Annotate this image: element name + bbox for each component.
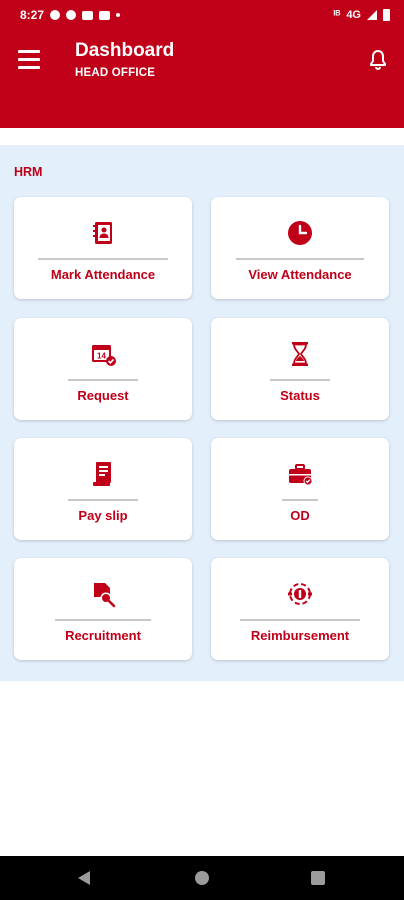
card-label: Recruitment	[65, 628, 141, 643]
card-view-attendance[interactable]: View Attendance	[211, 197, 389, 299]
card-divider	[68, 379, 138, 381]
money-target-icon	[288, 583, 312, 605]
app-bar: Dashboard HEAD OFFICE	[0, 30, 404, 128]
card-divider	[55, 619, 151, 621]
receipt-icon	[93, 462, 111, 486]
status-left: 8:27	[20, 8, 121, 22]
card-divider	[38, 258, 168, 260]
page-title: Dashboard	[75, 40, 175, 61]
card-label: Status	[280, 388, 320, 403]
card-label: Pay slip	[78, 508, 128, 523]
youtube-notification-icon-2	[99, 10, 111, 20]
card-status[interactable]: Status	[211, 318, 389, 420]
svg-text:14: 14	[97, 352, 106, 361]
network-type: 4G	[346, 9, 361, 21]
card-od[interactable]: OD	[211, 438, 389, 540]
card-recruitment[interactable]: Recruitment	[14, 558, 192, 660]
globe-notification-icon	[66, 10, 77, 20]
contact-book-icon	[93, 222, 112, 244]
section-label: HRM	[14, 165, 43, 179]
card-label: Reimbursement	[250, 628, 350, 643]
more-notifications-icon	[116, 13, 121, 17]
system-nav-bar	[0, 856, 404, 900]
card-reimbursement[interactable]: Reimbursement	[211, 558, 389, 660]
signal-icon	[367, 10, 377, 20]
card-divider	[270, 379, 330, 381]
card-label: OD	[290, 508, 310, 523]
briefcase-check-icon	[289, 464, 313, 486]
hourglass-icon	[292, 342, 308, 366]
card-divider	[68, 499, 138, 501]
card-mark-attendance[interactable]: Mark Attendance	[14, 197, 192, 299]
hrm-section: HRM Mark Attendance View Attendance 14 R…	[0, 145, 404, 681]
home-icon[interactable]	[195, 871, 209, 885]
app-notification-icon	[50, 10, 61, 20]
card-pay-slip[interactable]: Pay slip	[14, 438, 192, 540]
card-label: View Attendance	[248, 267, 352, 282]
document-search-icon	[94, 583, 116, 608]
back-icon[interactable]	[78, 871, 90, 885]
status-bar: 8:27 ᴵᴮ 4G	[0, 0, 404, 30]
card-divider	[240, 619, 360, 621]
card-divider	[236, 258, 364, 260]
menu-icon[interactable]	[18, 50, 42, 70]
card-label: Mark Attendance	[50, 267, 156, 282]
volte-indicator: ᴵᴮ	[333, 9, 341, 21]
card-label: Request	[77, 388, 129, 403]
recent-apps-icon[interactable]	[311, 871, 325, 885]
page-subtitle: HEAD OFFICE	[75, 67, 156, 79]
status-time: 8:27	[20, 8, 45, 22]
status-right: ᴵᴮ 4G	[333, 9, 390, 21]
card-divider	[282, 499, 318, 501]
battery-icon	[383, 9, 390, 21]
youtube-notification-icon	[82, 10, 94, 20]
clock-icon	[288, 221, 312, 245]
bell-icon[interactable]	[366, 48, 390, 72]
card-request[interactable]: 14 Request	[14, 318, 192, 420]
calendar-check-icon: 14	[92, 345, 116, 366]
